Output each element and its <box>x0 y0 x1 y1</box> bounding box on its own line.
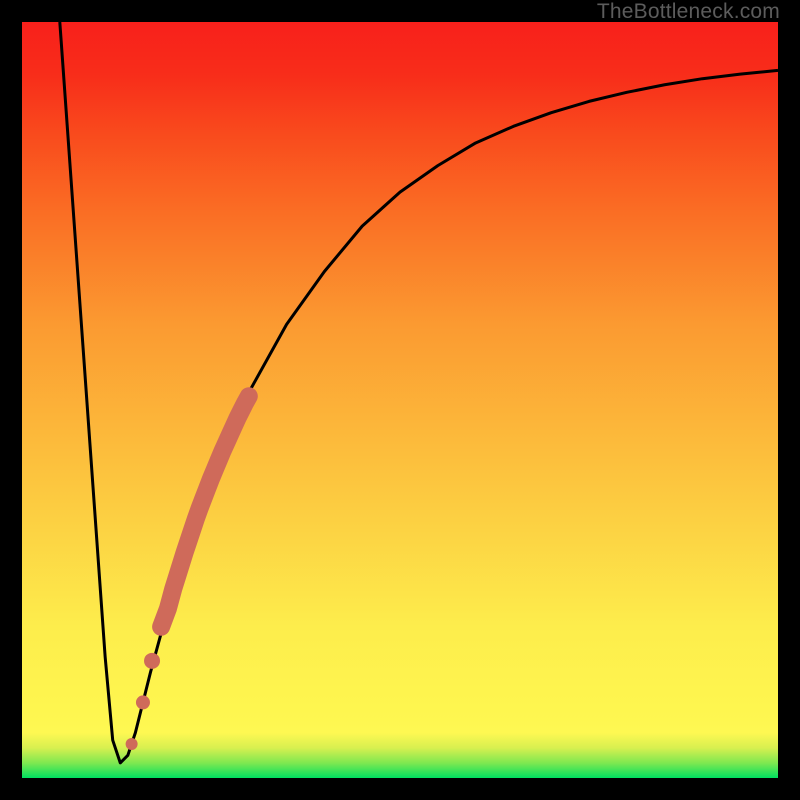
bottleneck-curve <box>60 22 778 763</box>
chart-container: TheBottleneck.com <box>0 0 800 800</box>
chart-svg <box>22 22 778 778</box>
highlight-markers <box>126 396 249 750</box>
watermark-text: TheBottleneck.com <box>597 0 780 24</box>
